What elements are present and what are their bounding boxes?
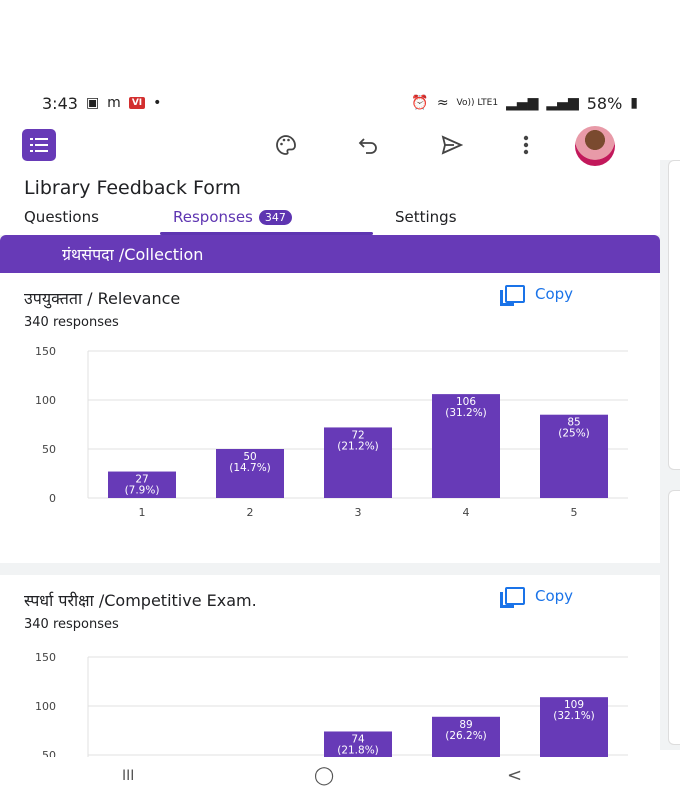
screenshot-frame: 3:43 ▣ m VI • ⏰ ≈ Vo)) LTE1 ▂▄▆ ▂▄▆ 58% … — [0, 0, 680, 798]
bar-data-label: (31.2%) — [445, 407, 487, 419]
network-label: Vo)) LTE1 — [456, 98, 499, 108]
copy-icon — [500, 587, 525, 608]
copy-chart-button[interactable]: Copy — [500, 587, 574, 608]
bar-data-label: (32.1%) — [553, 710, 595, 722]
y-tick-label: 150 — [35, 651, 56, 664]
avatar[interactable] — [575, 126, 615, 166]
palette-icon[interactable] — [272, 131, 300, 159]
tab-responses[interactable]: Responses 347 — [173, 208, 292, 226]
question-card: स्पर्धा परीक्षा /Competitive Exam. 340 r… — [0, 575, 660, 757]
background-card — [668, 490, 680, 745]
bar-data-label: (21.8%) — [337, 744, 379, 756]
copy-chart-button[interactable]: Copy — [500, 285, 574, 306]
send-icon[interactable] — [438, 131, 466, 159]
form-title: Library Feedback Form — [24, 177, 241, 199]
x-tick-label: 4 — [463, 506, 470, 519]
question-title: उपयुक्तता / Relevance — [24, 289, 181, 308]
system-nav-bar: III ◯ < — [0, 757, 660, 798]
signal-icon: ▂▄▆ — [546, 95, 579, 111]
y-tick-label: 100 — [35, 394, 56, 407]
copy-label: Copy — [535, 285, 574, 303]
bar-data-label: (26.2%) — [445, 730, 487, 742]
battery-icon: ▮ — [630, 95, 638, 111]
bar-data-label: (25%) — [558, 428, 590, 440]
background-card — [668, 160, 680, 470]
bar-data-label: (14.7%) — [229, 462, 271, 474]
y-tick-label: 50 — [42, 749, 56, 757]
bar-chart: 5010015074(21.8%)89(26.2%)109(32.1%) — [35, 651, 628, 757]
bar-data-label: (7.9%) — [125, 485, 160, 497]
dot-icon: • — [153, 95, 162, 111]
more-options-icon[interactable] — [512, 131, 540, 159]
back-button[interactable]: < — [507, 765, 522, 786]
recents-button[interactable]: III — [122, 768, 134, 784]
photo-icon: ▣ — [85, 95, 100, 111]
y-tick-label: 50 — [42, 443, 56, 456]
response-count: 340 responses — [24, 315, 119, 330]
m-icon: m — [107, 95, 121, 111]
responses-content[interactable]: ग्रंथसंपदा /Collection उपयुक्तता / Relev… — [0, 235, 660, 757]
copy-label: Copy — [535, 587, 574, 605]
y-tick-label: 150 — [35, 345, 56, 358]
question-card: उपयुक्तता / Relevance 340 responses Copy… — [0, 273, 660, 563]
tab-settings[interactable]: Settings — [395, 208, 457, 226]
signal-icon: ▂▄▆ — [506, 95, 539, 111]
forms-menu-button[interactable] — [22, 129, 56, 161]
bar-data-label: (21.2%) — [337, 440, 379, 452]
phone-screen: 3:43 ▣ m VI • ⏰ ≈ Vo)) LTE1 ▂▄▆ ▂▄▆ 58% … — [0, 85, 660, 798]
response-count: 340 responses — [24, 617, 119, 632]
battery-level: 58% — [586, 93, 623, 113]
x-tick-label: 1 — [139, 506, 146, 519]
x-tick-label: 2 — [247, 506, 254, 519]
tab-bar: Questions Responses 347 Settings — [0, 205, 660, 235]
y-tick-label: 0 — [49, 492, 56, 505]
app-bar — [0, 121, 660, 171]
vi-icon: VI — [128, 97, 146, 109]
undo-icon[interactable] — [355, 131, 383, 159]
section-header: ग्रंथसंपदा /Collection — [0, 235, 660, 273]
x-tick-label: 3 — [355, 506, 362, 519]
x-tick-label: 5 — [571, 506, 578, 519]
alarm-icon: ⏰ — [411, 95, 429, 111]
tab-questions[interactable]: Questions — [24, 208, 99, 226]
copy-icon — [500, 285, 525, 306]
status-bar: 3:43 ▣ m VI • ⏰ ≈ Vo)) LTE1 ▂▄▆ ▂▄▆ 58% … — [0, 85, 660, 121]
question-title: स्पर्धा परीक्षा /Competitive Exam. — [24, 591, 257, 610]
y-tick-label: 100 — [35, 700, 56, 713]
wifi-icon: ≈ — [436, 95, 449, 111]
bar-chart: 05010015027(7.9%)150(14.7%)272(21.2%)310… — [35, 345, 628, 519]
home-button[interactable]: ◯ — [314, 765, 334, 786]
responses-count-badge: 347 — [258, 210, 292, 225]
menu-icon — [30, 138, 48, 152]
status-time: 3:43 — [42, 93, 78, 113]
tab-responses-label: Responses — [173, 208, 253, 226]
